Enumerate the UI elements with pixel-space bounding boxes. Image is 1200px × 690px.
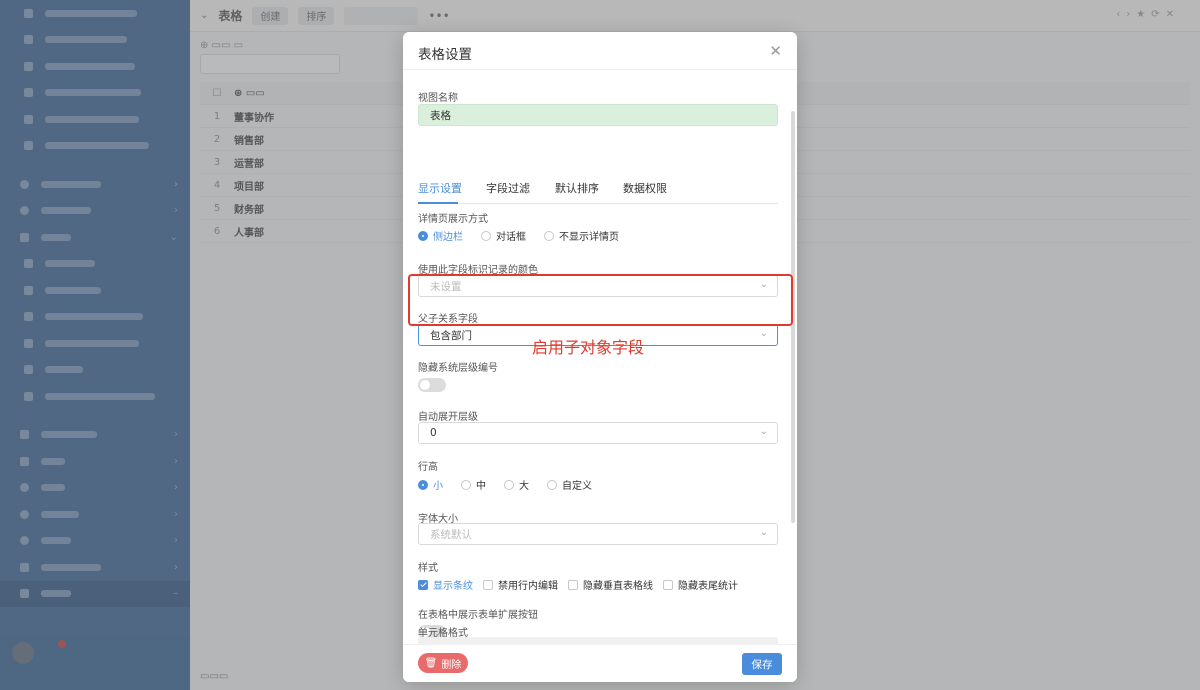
radio-row-custom[interactable]: 自定义 (547, 477, 592, 492)
font-size-select[interactable]: 系统默认 ⌄ (418, 523, 778, 545)
tab-indicator (418, 202, 458, 204)
dialog-title: 表格设置 (418, 47, 472, 63)
tab-data-permission[interactable]: 数据权限 (623, 180, 667, 196)
checkbox-disable-inline-edit[interactable]: 禁用行内编辑 (483, 577, 558, 592)
settings-tabs: 显示设置 字段过滤 默认排序 数据权限 (418, 178, 778, 204)
style-checkbox-group: 显示条纹 禁用行内编辑 隐藏垂直表格线 隐藏表尾统计 (418, 577, 748, 592)
expand-button-label: 在表格中展示表单扩展按钮 (418, 610, 538, 621)
tab-field-filter[interactable]: 字段过滤 (486, 180, 530, 196)
dialog-header: 表格设置 ✕ (403, 32, 797, 70)
auto-expand-select[interactable]: 0 ⌄ (418, 422, 778, 444)
checkbox-hide-footer-stats[interactable]: 隐藏表尾统计 (663, 577, 738, 592)
auto-expand-label: 自动展开层级 (418, 412, 478, 423)
delete-button[interactable]: 🗑 删除 (418, 653, 468, 673)
auto-expand-value: 0 (430, 427, 437, 439)
radio-row-small[interactable]: 小 (418, 477, 443, 492)
close-icon[interactable]: ✕ (769, 42, 782, 60)
radio-dialog[interactable]: 对话框 (481, 228, 526, 243)
annotation-highlight-box (408, 274, 793, 326)
radio-row-large[interactable]: 大 (504, 477, 529, 492)
radio-no-detail[interactable]: 不显示详情页 (544, 228, 619, 243)
style-label: 样式 (418, 563, 438, 574)
trash-icon: 🗑 (424, 657, 438, 669)
detail-display-radio-group: 侧边栏 对话框 不显示详情页 (418, 228, 637, 243)
radio-row-medium[interactable]: 中 (461, 477, 486, 492)
hide-level-label: 隐藏系统层级编号 (418, 363, 498, 374)
view-name-value: 表格 (430, 109, 451, 122)
save-button[interactable]: 保存 (742, 653, 782, 675)
row-height-label: 行高 (418, 462, 438, 473)
font-size-placeholder: 系统默认 (430, 528, 472, 541)
chevron-down-icon: ⌄ (759, 426, 768, 437)
radio-sidebar[interactable]: 侧边栏 (418, 228, 463, 243)
chevron-down-icon: ⌄ (759, 328, 768, 339)
row-height-radio-group: 小 中 大 自定义 (418, 477, 610, 492)
dialog-footer: 🗑 删除 保存 (403, 644, 797, 682)
hide-level-switch[interactable] (418, 378, 446, 392)
checkbox-show-stripes[interactable]: 显示条纹 (418, 577, 473, 592)
checkbox-hide-vertical-lines[interactable]: 隐藏垂直表格线 (568, 577, 653, 592)
annotation-text: 启用子对象字段 (532, 338, 645, 357)
view-name-label: 视图名称 (418, 93, 458, 104)
tab-default-sort[interactable]: 默认排序 (555, 180, 599, 196)
parent-child-value: 包含部门 (430, 329, 472, 342)
detail-display-label: 详情页展示方式 (418, 214, 488, 225)
tab-display-settings[interactable]: 显示设置 (418, 180, 462, 196)
view-name-input[interactable]: 表格 (418, 104, 778, 126)
chevron-down-icon: ⌄ (759, 527, 768, 538)
